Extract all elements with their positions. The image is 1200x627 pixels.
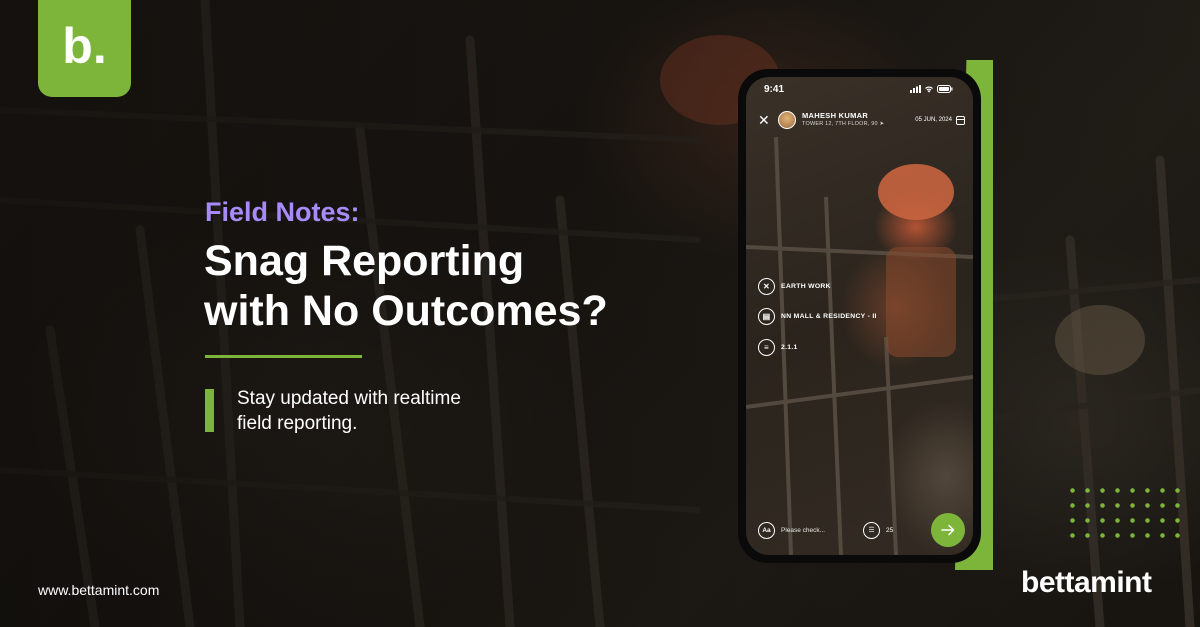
subtext-line-2: field reporting. (237, 413, 358, 434)
item-count: 25 (886, 526, 894, 534)
status-time: 9:41 (764, 83, 785, 95)
tag-work-type[interactable]: ✕ EARTH WORK (758, 278, 831, 295)
battery-icon (937, 85, 953, 93)
subtext-accent-bar (205, 389, 214, 432)
brand-wordmark: bettamint (1021, 566, 1152, 599)
user-location-text: TOWER 12, 7TH FLOOR, 90 (802, 121, 878, 127)
signal-icon (910, 85, 921, 93)
phone-screen: 9:41 ✕ MAHESH KUMAR TOWER 12, 7TH FLOOR,… (746, 77, 973, 555)
calendar-icon (956, 115, 965, 125)
user-name: MAHESH KUMAR (802, 111, 869, 120)
website-link[interactable]: www.bettamint.com (38, 582, 159, 598)
location-arrow-icon: ➤ (879, 121, 885, 127)
user-info: MAHESH KUMAR TOWER 12, 7TH FLOOR, 90 ➤ (802, 111, 884, 129)
tag-label: NN MALL & RESIDENCY - II (781, 313, 877, 320)
logo-letter: b. (62, 17, 107, 74)
phone-status-bar: 9:41 (746, 77, 973, 101)
send-button[interactable] (931, 513, 965, 547)
arrow-right-icon (941, 524, 955, 536)
tag-code[interactable]: ≡ 2.1.1 (758, 339, 798, 356)
dot-grid-decoration (1065, 483, 1180, 545)
phone-mockup: 9:41 ✕ MAHESH KUMAR TOWER 12, 7TH FLOOR,… (738, 69, 981, 563)
headline: Snag Reporting with No Outcomes? (204, 236, 608, 336)
report-header: ✕ MAHESH KUMAR TOWER 12, 7TH FLOOR, 90 ➤… (746, 105, 973, 135)
eyebrow-label: Field Notes: (205, 197, 360, 227)
tag-label: EARTH WORK (781, 283, 831, 290)
tag-label: 2.1.1 (781, 344, 798, 351)
font-style-button[interactable]: Aa (758, 521, 775, 539)
avatar (778, 111, 796, 129)
tools-icon: ✕ (758, 278, 775, 295)
report-date[interactable]: 05 JUN, 2024 (915, 115, 965, 125)
report-date-text: 05 JUN, 2024 (915, 117, 952, 123)
logo-badge[interactable]: b. (38, 0, 131, 97)
headline-divider (205, 355, 362, 358)
status-icons (910, 85, 953, 93)
headline-line-2: with No Outcomes? (204, 287, 608, 335)
composer-bar: Aa Please check... ☰ 25 (746, 505, 973, 555)
note-input[interactable]: Please check... (781, 527, 851, 534)
building-icon: ▤ (758, 308, 775, 325)
subtext-line-1: Stay updated with realtime (237, 388, 461, 409)
list-icon[interactable]: ☰ (863, 521, 880, 539)
headline-line-1: Snag Reporting (204, 237, 525, 285)
wifi-icon (925, 86, 933, 93)
tag-project[interactable]: ▤ NN MALL & RESIDENCY - II (758, 308, 877, 325)
close-icon[interactable]: ✕ (758, 113, 772, 127)
user-location: TOWER 12, 7TH FLOOR, 90 ➤ (802, 120, 884, 129)
subtext: Stay updated with realtime field reporti… (237, 386, 461, 436)
code-icon: ≡ (758, 339, 775, 356)
